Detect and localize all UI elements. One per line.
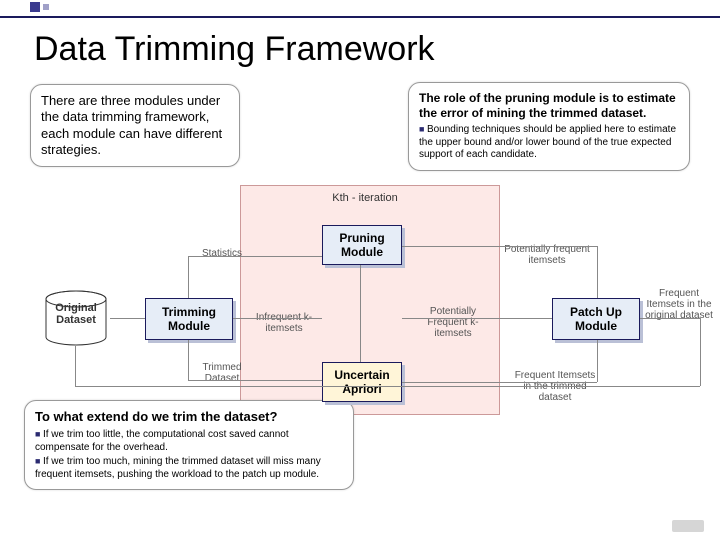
bullet-icon <box>35 456 43 467</box>
square-icon <box>30 2 40 12</box>
connector <box>75 386 700 387</box>
connector <box>402 382 597 383</box>
callout-pruning-role: The role of the pruning module is to est… <box>408 82 690 171</box>
bullet-text: If we trim too much, mining the trimmed … <box>35 456 321 480</box>
header-decoration <box>30 2 49 12</box>
module-trimming: Trimming Module <box>145 298 233 340</box>
page-title: Data Trimming Framework <box>34 30 435 69</box>
callout-text: There are three modules under the data t… <box>41 93 222 157</box>
module-pruning: Pruning Module <box>322 225 402 265</box>
bullet-icon <box>419 124 427 135</box>
connector <box>75 346 76 386</box>
module-patchup: Patch Up Module <box>552 298 640 340</box>
callout-header: The role of the pruning module is to est… <box>419 91 679 121</box>
connector <box>597 340 598 382</box>
square-icon <box>43 4 49 10</box>
bullet-icon <box>35 429 43 440</box>
footer-logo <box>672 520 704 532</box>
callout-intro: There are three modules under the data t… <box>30 84 240 167</box>
label-original-dataset: Original Dataset <box>36 302 116 326</box>
connector <box>188 256 322 257</box>
callout-trim-question: To what extend do we trim the dataset? I… <box>24 400 354 490</box>
connector <box>597 246 598 298</box>
label-kth-iteration: Kth - iteration <box>320 192 410 204</box>
connector <box>188 340 189 380</box>
connector <box>360 265 361 362</box>
label-potentially-frequent-k: Potentially Frequent k-itemsets <box>418 306 488 339</box>
connector <box>188 256 189 298</box>
bullet-text: Bounding techniques should be applied he… <box>419 124 676 160</box>
connector <box>700 318 701 386</box>
bullet-text: If we trim too little, the computational… <box>35 429 289 453</box>
connector <box>188 380 322 381</box>
label-infrequent: Infrequent k-itemsets <box>254 312 314 334</box>
header-bar <box>0 0 720 18</box>
connector <box>110 318 145 319</box>
label-frequent-original: Frequent Itemsets in the original datase… <box>644 288 714 321</box>
connector <box>640 318 700 319</box>
connector <box>233 318 322 319</box>
module-uncertain-apriori: Uncertain Apriori <box>322 362 402 402</box>
callout-header: To what extend do we trim the dataset? <box>35 409 343 425</box>
label-potentially-frequent: Potentially frequent itemsets <box>502 244 592 266</box>
label-statistics: Statistics <box>192 248 252 259</box>
connector <box>402 318 552 319</box>
connector <box>402 246 597 247</box>
